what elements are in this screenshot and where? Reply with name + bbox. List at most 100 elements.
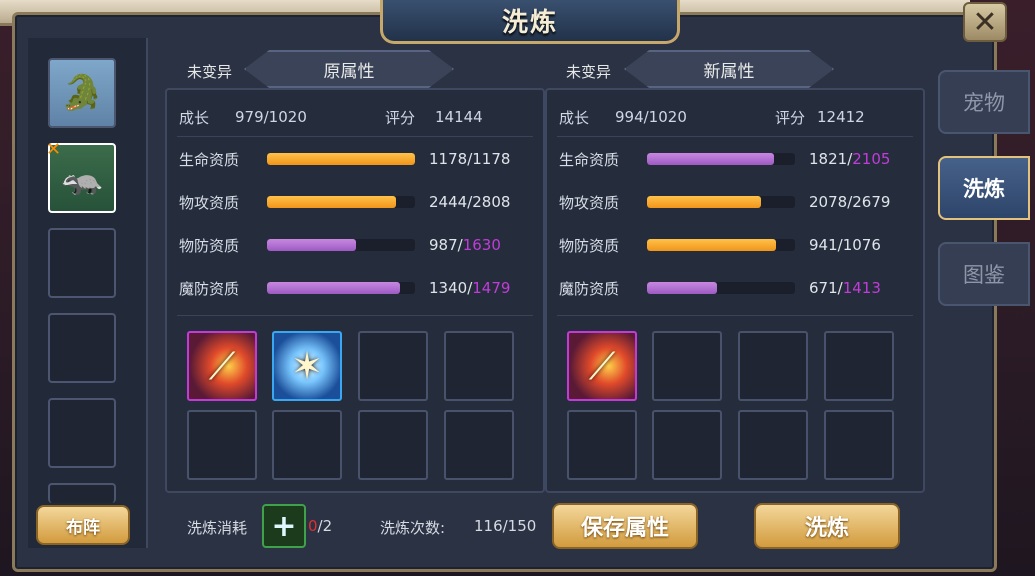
stat-bar-fill: [647, 196, 761, 208]
stat-bar-fill: [267, 196, 396, 208]
stat-current: 1821: [809, 150, 848, 168]
skill-slot-empty[interactable]: [444, 331, 514, 401]
tab-refine-label: 洗炼: [963, 177, 1005, 201]
skill-slot-empty[interactable]: [358, 410, 428, 480]
skill-slot-empty[interactable]: [824, 410, 894, 480]
pet-slot-crocodile[interactable]: 🐊: [48, 58, 116, 128]
skill-slot-empty[interactable]: [567, 410, 637, 480]
growth-label: 成长: [559, 108, 590, 127]
page-title: 洗炼: [501, 8, 558, 38]
stat-value: 987/1630: [429, 236, 501, 254]
score-label: 评分: [385, 108, 416, 127]
new-attributes-panel: 成长 994/1020 评分 12412 ⟋ 生命资质 1821/2105 物攻资质…: [545, 88, 925, 493]
refine-item-slot[interactable]: +: [262, 504, 306, 548]
skill-slot[interactable]: ⟋: [567, 331, 637, 401]
new-attributes-label: 新属性: [703, 61, 755, 82]
tab-pet[interactable]: 宠物: [938, 70, 1030, 134]
refine-button[interactable]: 洗炼: [754, 503, 900, 549]
stat-bar: [647, 239, 795, 251]
stat-bar-fill: [267, 239, 356, 251]
tab-refine[interactable]: 洗炼: [938, 156, 1030, 220]
stat-label: 物防资质: [179, 236, 240, 255]
stat-label: 物防资质: [559, 236, 620, 255]
stat-max: 2679: [852, 193, 891, 211]
stat-row: 生命资质 1178/1178: [179, 148, 535, 170]
stat-current: 1340: [429, 279, 468, 297]
skill-slot-empty[interactable]: [652, 331, 722, 401]
stat-bar-fill: [647, 153, 775, 165]
skill-slot-empty[interactable]: [652, 410, 722, 480]
stat-label: 魔防资质: [179, 279, 240, 298]
title-banner: 洗炼: [380, 0, 680, 44]
growth-value: 979/1020: [235, 108, 307, 126]
skill-slot-empty[interactable]: [824, 331, 894, 401]
stat-max: 1413: [842, 279, 881, 297]
stat-bar: [267, 153, 415, 165]
skill-slot-empty[interactable]: [738, 410, 808, 480]
score-label: 评分: [775, 108, 806, 127]
refine-count-label: 洗炼次数:: [380, 519, 446, 537]
cost-need: /2: [317, 517, 333, 535]
pet-slot-empty[interactable]: [48, 313, 116, 383]
stat-current: 2444: [429, 193, 468, 211]
divider: [557, 136, 913, 137]
refine-cost-count: 0/2: [308, 517, 332, 535]
skill-slot-empty[interactable]: [187, 410, 257, 480]
new-attributes-header: 新属性: [624, 50, 834, 88]
stat-label: 物攻资质: [179, 193, 240, 212]
original-attributes-header: 原属性: [244, 50, 454, 88]
tab-handbook[interactable]: 图鉴: [938, 242, 1030, 306]
pet-slot-empty[interactable]: [48, 228, 116, 298]
stat-label: 生命资质: [179, 150, 240, 169]
divider: [557, 315, 913, 316]
mutation-label-left: 未变异: [187, 63, 233, 81]
stat-max: 2105: [852, 150, 891, 168]
claw-skill-icon: ⟋: [208, 343, 236, 388]
skill-slot-empty[interactable]: [358, 331, 428, 401]
stat-row: 物攻资质 2444/2808: [179, 191, 535, 213]
stat-value: 941/1076: [809, 236, 881, 254]
stat-bar-fill: [647, 282, 717, 294]
growth-label: 成长: [179, 108, 210, 127]
stat-bar: [647, 196, 795, 208]
skill-slot[interactable]: ✶: [272, 331, 342, 401]
cost-have: 0: [308, 517, 318, 535]
formation-button[interactable]: 布阵: [36, 505, 130, 545]
close-button[interactable]: ✕: [963, 2, 1007, 42]
save-attributes-button[interactable]: 保存属性: [552, 503, 698, 549]
stat-row: 物防资质 941/1076: [559, 234, 915, 256]
tab-pet-label: 宠物: [963, 91, 1005, 115]
stat-current: 941: [809, 236, 838, 254]
mutation-label-right: 未变异: [566, 63, 612, 81]
stat-row: 魔防资质 671/1413: [559, 277, 915, 299]
stat-bar: [647, 282, 795, 294]
stat-row: 物防资质 987/1630: [179, 234, 535, 256]
stat-bar: [267, 239, 415, 251]
plus-icon: +: [271, 508, 297, 544]
stat-bar-fill: [647, 239, 776, 251]
skill-slot-empty[interactable]: [272, 410, 342, 480]
stat-current: 2078: [809, 193, 848, 211]
score-value: 14144: [435, 108, 483, 126]
pet-slot-empty[interactable]: [48, 483, 116, 503]
tab-handbook-label: 图鉴: [963, 263, 1005, 287]
stat-current: 987: [429, 236, 458, 254]
skill-slot-empty[interactable]: [738, 331, 808, 401]
skill-slot[interactable]: ⟋: [187, 331, 257, 401]
stat-label: 生命资质: [559, 150, 620, 169]
stat-value: 671/1413: [809, 279, 881, 297]
refine-cost-label: 洗炼消耗: [187, 519, 248, 537]
skill-slot-empty[interactable]: [444, 410, 514, 480]
pet-slot-empty[interactable]: [48, 398, 116, 468]
badger-pet-icon: 🦡: [60, 158, 104, 198]
stat-max: 1630: [462, 236, 501, 254]
divider: [177, 136, 533, 137]
stat-bar-fill: [267, 282, 401, 294]
stat-row: 魔防资质 1340/1479: [179, 277, 535, 299]
stat-bar-fill: [267, 153, 415, 165]
close-icon: ✕: [972, 4, 998, 40]
growth-value: 994/1020: [615, 108, 687, 126]
stat-bar: [647, 153, 795, 165]
original-attributes-panel: 成长 979/1020 评分 14144 ⟋ ✶ 生命资质 1178/1178 物攻…: [165, 88, 545, 493]
pet-slot-badger[interactable]: 🦡 ✕: [46, 139, 116, 213]
